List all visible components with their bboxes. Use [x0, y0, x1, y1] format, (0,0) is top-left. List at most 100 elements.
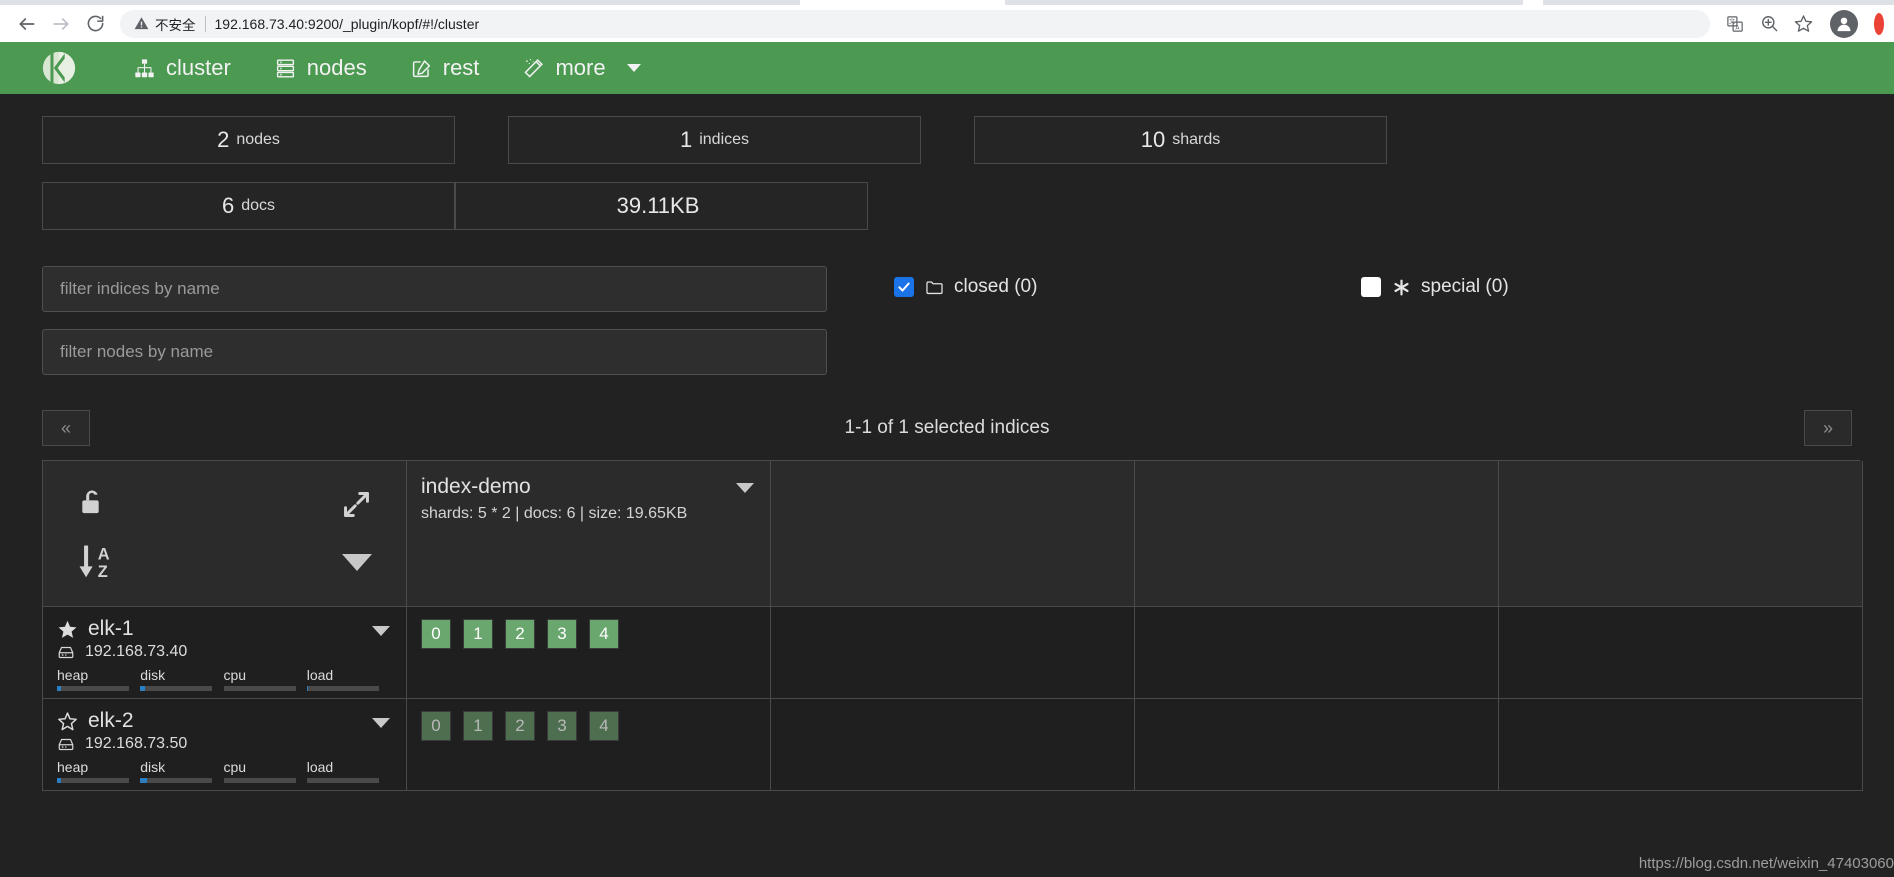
next-page-button[interactable]: »	[1804, 410, 1852, 446]
edit-square-icon	[411, 58, 432, 79]
back-arrow-icon[interactable]	[10, 7, 44, 41]
nav-label: more	[555, 55, 606, 80]
svg-text:Z: Z	[98, 563, 108, 581]
app-navbar: cluster nodes rest more	[0, 42, 1894, 94]
shard-badge[interactable]: 4	[589, 619, 619, 649]
toggle-closed[interactable]: closed (0)	[894, 276, 1361, 298]
node-name: elk-1	[88, 617, 134, 640]
stat-nodes: 2 nodes	[42, 116, 455, 164]
nav-item-cluster[interactable]: cluster	[112, 42, 253, 94]
pagination-bar: « 1-1 of 1 selected indices »	[42, 410, 1852, 446]
node-metrics: heap disk cpu load	[57, 667, 390, 691]
watermark-text: https://blog.csdn.net/weixin_47403060	[1638, 855, 1894, 872]
forward-arrow-icon[interactable]	[44, 7, 78, 41]
metric-load: load	[306, 667, 390, 691]
index-header-top: index-demo shards: 5 * 2 | docs: 6 | siz…	[421, 475, 754, 523]
caret-down-icon[interactable]	[342, 553, 372, 571]
node-cell-elk-1[interactable]: elk-1 192.168.73.40 heap disk cpu load	[43, 607, 407, 699]
index-title-block: index-demo shards: 5 * 2 | docs: 6 | siz…	[421, 475, 687, 523]
metric-label: load	[306, 667, 334, 683]
translate-icon[interactable]: 文A	[1720, 9, 1750, 39]
closed-checkbox[interactable]	[894, 277, 914, 297]
grid-empty-cell	[1499, 607, 1863, 699]
metric-label: disk	[140, 667, 166, 683]
metric-cpu: cpu	[223, 667, 307, 691]
sitemap-icon	[134, 58, 155, 79]
url-text: 192.168.73.40:9200/_plugin/kopf/#!/clust…	[214, 15, 480, 32]
shard-badge[interactable]: 4	[589, 711, 619, 741]
stat-unit: docs	[241, 197, 276, 214]
controls-line-top	[77, 475, 372, 533]
stat-unit: shards	[1172, 131, 1221, 148]
filter-row: closed (0) special (0)	[42, 266, 1852, 392]
index-toggles: closed (0) special (0)	[827, 266, 1852, 298]
stat-docs: 6 docs	[42, 182, 455, 230]
profile-avatar-icon[interactable]	[1830, 9, 1858, 38]
shard-badge[interactable]: 1	[463, 619, 493, 649]
security-status-label: 不安全	[155, 17, 196, 34]
bookmark-star-icon[interactable]	[1788, 9, 1818, 39]
expand-arrows-icon[interactable]	[341, 489, 372, 520]
stat-value: 1	[679, 127, 693, 152]
metric-label: disk	[140, 759, 166, 775]
shard-badge[interactable]: 1	[463, 711, 493, 741]
metric-disk: disk	[140, 759, 223, 783]
caret-down-icon[interactable]	[372, 718, 390, 728]
svg-text:A: A	[98, 545, 110, 563]
sort-alpha-asc-icon[interactable]: A Z	[77, 543, 121, 581]
star-outline-icon[interactable]	[57, 711, 78, 732]
star-filled-icon[interactable]	[57, 619, 78, 640]
filter-nodes-input[interactable]	[42, 329, 827, 375]
special-checkbox[interactable]	[1361, 277, 1381, 297]
kopf-logo[interactable]	[40, 49, 78, 87]
stat-unit: nodes	[236, 131, 280, 148]
node-ip-line: 192.168.73.40	[57, 643, 390, 661]
node-metrics: heap disk cpu load	[57, 759, 390, 783]
toggle-label: special (0)	[1421, 276, 1509, 297]
shard-badge[interactable]: 2	[505, 619, 535, 649]
shard-badge[interactable]: 0	[421, 711, 451, 741]
filter-inputs	[42, 266, 827, 392]
metric-label: heap	[57, 667, 89, 683]
stat-value: 6	[221, 193, 235, 218]
metric-fill	[306, 686, 309, 691]
cluster-page: 2 nodes 1 indices 10 shards 6 docs 39.11…	[0, 94, 1894, 877]
metric-track	[140, 686, 213, 691]
caret-down-icon[interactable]	[372, 626, 390, 636]
shard-badge[interactable]: 0	[421, 619, 451, 649]
index-meta: shards: 5 * 2 | docs: 6 | size: 19.65KB	[421, 505, 688, 522]
stat-shards: 10 shards	[974, 116, 1387, 164]
nav-item-rest[interactable]: rest	[389, 42, 502, 94]
caret-down-icon[interactable]	[736, 483, 754, 493]
prev-page-button[interactable]: «	[42, 410, 90, 446]
unlock-icon[interactable]	[77, 487, 107, 521]
grid-empty-cell	[1499, 699, 1863, 791]
server-icon	[57, 736, 75, 752]
nav-item-more[interactable]: more	[501, 42, 662, 94]
grid-empty-cell	[771, 607, 1135, 699]
server-stack-icon	[275, 58, 296, 79]
filter-indices-input[interactable]	[42, 266, 827, 312]
node-header: elk-1	[57, 617, 390, 641]
stat-value: 39.11KB	[616, 193, 700, 218]
extension-badge-icon[interactable]	[1870, 10, 1884, 38]
metric-fill	[140, 778, 147, 783]
shard-badge[interactable]: 2	[505, 711, 535, 741]
node-cell-elk-2[interactable]: elk-2 192.168.73.50 heap disk cpu load	[43, 699, 407, 791]
zoom-icon[interactable]	[1754, 9, 1784, 39]
pagination-label: 1-1 of 1 selected indices	[844, 417, 1050, 438]
not-secure-warning-icon	[134, 16, 149, 31]
metric-fill	[57, 686, 62, 691]
reload-icon[interactable]	[78, 7, 112, 41]
toggle-special[interactable]: special (0)	[1361, 276, 1509, 298]
shard-badge[interactable]: 3	[547, 619, 577, 649]
nav-item-nodes[interactable]: nodes	[253, 42, 389, 94]
metric-fill	[140, 686, 145, 691]
shard-badge[interactable]: 3	[547, 711, 577, 741]
asterisk-icon	[1392, 278, 1411, 297]
table-row: elk-2 192.168.73.50 heap disk cpu load 0…	[43, 699, 1863, 791]
index-header-cell[interactable]: index-demo shards: 5 * 2 | docs: 6 | siz…	[407, 461, 771, 607]
metric-label: cpu	[223, 759, 247, 775]
node-ip: 192.168.73.40	[85, 643, 188, 660]
address-bar[interactable]: 不安全 192.168.73.40:9200/_plugin/kopf/#!/c…	[120, 9, 1710, 38]
